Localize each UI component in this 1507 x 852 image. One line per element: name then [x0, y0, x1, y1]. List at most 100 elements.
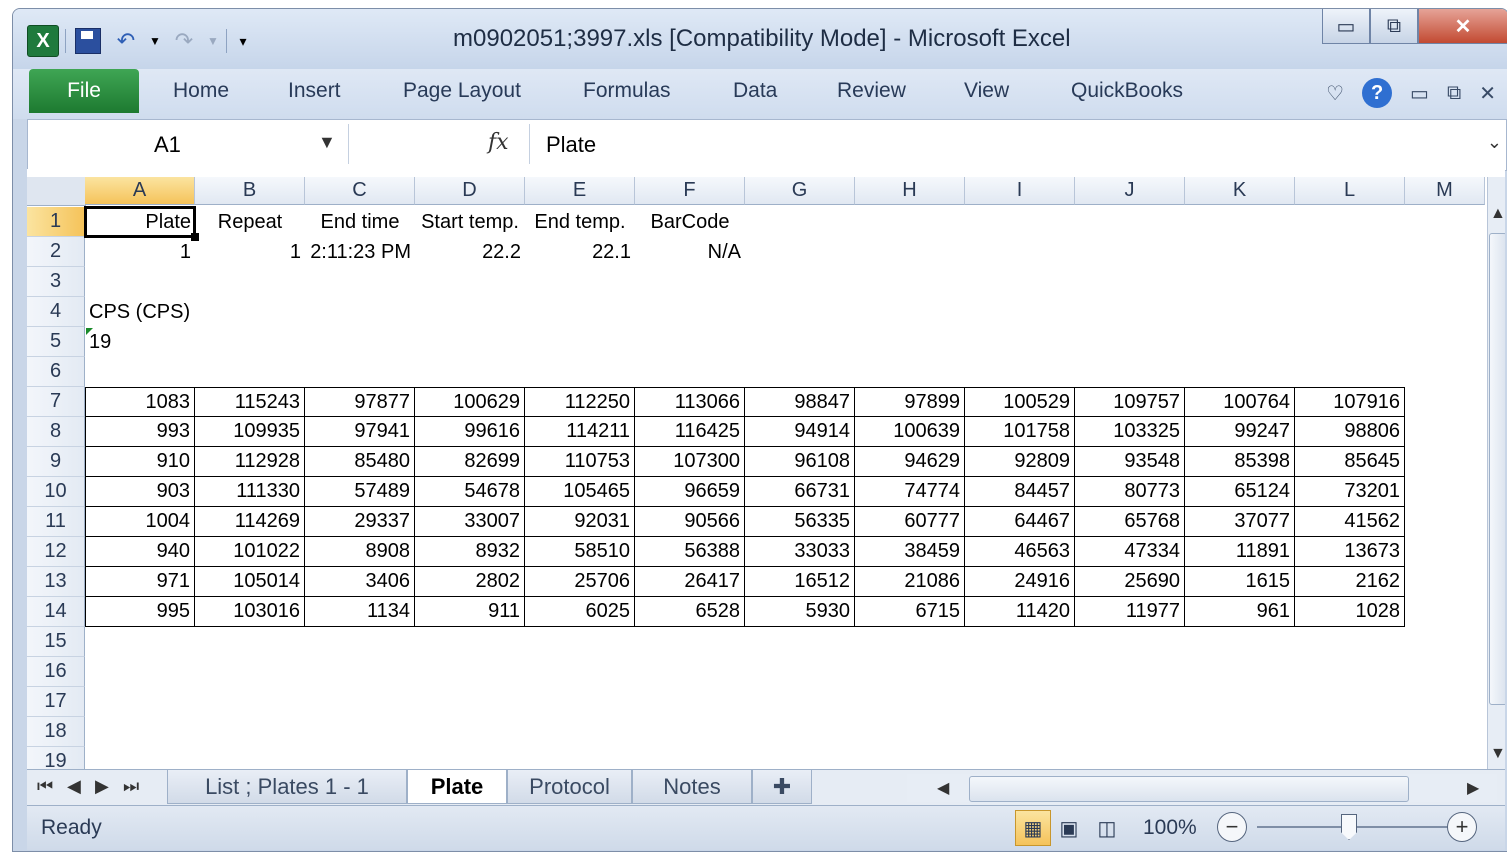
- zoom-slider[interactable]: [1257, 826, 1457, 828]
- data-cell[interactable]: 90566: [635, 507, 745, 537]
- data-cell[interactable]: 100629: [415, 387, 525, 417]
- data-cell[interactable]: 94629: [855, 447, 965, 477]
- column-header[interactable]: C: [305, 177, 415, 205]
- data-cell[interactable]: 1004: [85, 507, 195, 537]
- row-header[interactable]: 7: [27, 387, 85, 417]
- row-header[interactable]: 10: [27, 477, 85, 507]
- data-cell[interactable]: 109757: [1075, 387, 1185, 417]
- data-cell[interactable]: 112250: [525, 387, 635, 417]
- close-button[interactable]: ✕: [1418, 9, 1507, 44]
- select-all-corner[interactable]: [27, 177, 86, 206]
- data-cell[interactable]: 33033: [745, 537, 855, 567]
- data-cell[interactable]: 96659: [635, 477, 745, 507]
- cell[interactable]: Repeat: [195, 207, 305, 237]
- name-box[interactable]: A1 ▼: [28, 120, 348, 168]
- cell[interactable]: Plate: [85, 207, 195, 237]
- cell[interactable]: 19: [85, 327, 195, 357]
- row-header[interactable]: 12: [27, 537, 85, 567]
- workbook-close-icon[interactable]: ✕: [1479, 81, 1496, 106]
- data-cell[interactable]: 21086: [855, 567, 965, 597]
- data-cell[interactable]: 24916: [965, 567, 1075, 597]
- data-cell[interactable]: 93548: [1075, 447, 1185, 477]
- tab-quickbooks[interactable]: QuickBooks: [1071, 79, 1183, 103]
- data-cell[interactable]: 995: [85, 597, 195, 627]
- workbook-minimize-icon[interactable]: ▭: [1410, 81, 1429, 106]
- row-header[interactable]: 8: [27, 417, 85, 447]
- data-cell[interactable]: 6025: [525, 597, 635, 627]
- tab-home[interactable]: Home: [173, 79, 229, 103]
- tab-file[interactable]: File: [29, 69, 139, 113]
- horizontal-scroll-thumb[interactable]: [969, 776, 1409, 802]
- data-cell[interactable]: 6715: [855, 597, 965, 627]
- row-header[interactable]: 2: [27, 237, 85, 267]
- data-cell[interactable]: 1083: [85, 387, 195, 417]
- cell[interactable]: CPS (CPS): [85, 297, 285, 327]
- data-cell[interactable]: 98806: [1295, 417, 1405, 447]
- data-cell[interactable]: 940: [85, 537, 195, 567]
- row-header[interactable]: 11: [27, 507, 85, 537]
- data-cell[interactable]: 29337: [305, 507, 415, 537]
- data-cell[interactable]: 910: [85, 447, 195, 477]
- data-cell[interactable]: 41562: [1295, 507, 1405, 537]
- data-cell[interactable]: 961: [1185, 597, 1295, 627]
- restore-button[interactable]: ⧉: [1370, 9, 1418, 44]
- prev-sheet-icon[interactable]: ◀: [67, 776, 81, 797]
- customize-toolbar-icon[interactable]: ▾: [233, 25, 253, 57]
- row-header[interactable]: 16: [27, 657, 85, 687]
- data-cell[interactable]: 16512: [745, 567, 855, 597]
- row-header[interactable]: 13: [27, 567, 85, 597]
- data-cell[interactable]: 2802: [415, 567, 525, 597]
- data-cell[interactable]: 97941: [305, 417, 415, 447]
- workbook-restore-icon[interactable]: ⧉: [1447, 82, 1461, 105]
- horizontal-scrollbar[interactable]: ◀ ▶: [907, 774, 1497, 802]
- sheet-tab-plate[interactable]: Plate: [407, 770, 507, 804]
- undo-icon[interactable]: ↶: [110, 25, 142, 57]
- data-cell[interactable]: 66731: [745, 477, 855, 507]
- data-cell[interactable]: 57489: [305, 477, 415, 507]
- data-cell[interactable]: 116425: [635, 417, 745, 447]
- page-layout-view-icon[interactable]: ▣: [1051, 810, 1087, 846]
- column-header[interactable]: E: [525, 177, 635, 205]
- row-header[interactable]: 17: [27, 687, 85, 717]
- data-cell[interactable]: 1028: [1295, 597, 1405, 627]
- column-header[interactable]: H: [855, 177, 965, 205]
- data-cell[interactable]: 47334: [1075, 537, 1185, 567]
- undo-dropdown-icon[interactable]: ▼: [148, 25, 162, 57]
- data-cell[interactable]: 115243: [195, 387, 305, 417]
- data-cell[interactable]: 60777: [855, 507, 965, 537]
- row-header[interactable]: 14: [27, 597, 85, 627]
- data-cell[interactable]: 8908: [305, 537, 415, 567]
- data-cell[interactable]: 64467: [965, 507, 1075, 537]
- cell[interactable]: BarCode: [635, 207, 745, 237]
- formula-input[interactable]: Plate: [546, 132, 596, 158]
- column-header[interactable]: A: [85, 177, 195, 205]
- insert-sheet-icon[interactable]: ✚: [752, 770, 812, 804]
- help-icon[interactable]: ?: [1362, 78, 1393, 108]
- data-cell[interactable]: 103016: [195, 597, 305, 627]
- data-cell[interactable]: 114269: [195, 507, 305, 537]
- data-cell[interactable]: 100639: [855, 417, 965, 447]
- data-cell[interactable]: 105014: [195, 567, 305, 597]
- data-cell[interactable]: 98847: [745, 387, 855, 417]
- data-cell[interactable]: 2162: [1295, 567, 1405, 597]
- data-cell[interactable]: 92031: [525, 507, 635, 537]
- row-header[interactable]: 18: [27, 717, 85, 747]
- name-box-dropdown-icon[interactable]: ▼: [318, 132, 336, 153]
- cell[interactable]: 22.2: [415, 237, 525, 267]
- data-cell[interactable]: 110753: [525, 447, 635, 477]
- cell[interactable]: 2:11:23 PM: [305, 237, 415, 267]
- data-cell[interactable]: 113066: [635, 387, 745, 417]
- row-header[interactable]: 15: [27, 627, 85, 657]
- data-cell[interactable]: 54678: [415, 477, 525, 507]
- data-cell[interactable]: 85398: [1185, 447, 1295, 477]
- data-cell[interactable]: 105465: [525, 477, 635, 507]
- column-header[interactable]: G: [745, 177, 855, 205]
- vertical-scroll-thumb[interactable]: [1489, 233, 1505, 705]
- cell[interactable]: 1: [85, 237, 195, 267]
- data-cell[interactable]: 85480: [305, 447, 415, 477]
- redo-dropdown-icon[interactable]: ▼: [206, 25, 220, 57]
- data-cell[interactable]: 1134: [305, 597, 415, 627]
- data-cell[interactable]: 85645: [1295, 447, 1405, 477]
- save-icon[interactable]: [72, 25, 104, 57]
- row-header[interactable]: 5: [27, 327, 85, 357]
